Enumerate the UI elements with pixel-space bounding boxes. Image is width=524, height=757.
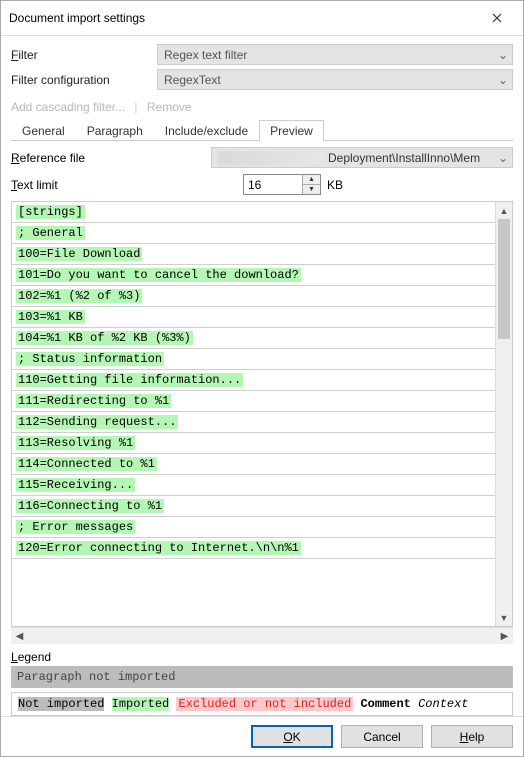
- content-area: Filter Regex text filter ⌄ Filter config…: [1, 36, 523, 716]
- ok-button[interactable]: OK: [251, 725, 333, 748]
- legend-comment: Comment: [360, 697, 410, 711]
- close-button[interactable]: [479, 7, 515, 29]
- titlebar: Document import settings: [1, 1, 523, 36]
- legend-title: Legend: [11, 650, 513, 664]
- scroll-right-button[interactable]: ▶: [496, 628, 513, 644]
- text-limit-row: Text limit ▲ ▼ KB: [11, 174, 513, 195]
- legend-imported: Imported: [112, 697, 170, 711]
- preview-line: 102=%1 (%2 of %3): [12, 286, 495, 307]
- chevron-down-icon: ⌄: [498, 73, 508, 87]
- filter-row: Filter Regex text filter ⌄: [11, 44, 513, 65]
- filter-value: Regex text filter: [164, 48, 247, 62]
- reference-path-obscured: [218, 151, 324, 165]
- vertical-scrollbar[interactable]: ▲ ▼: [495, 202, 512, 626]
- preview-line: 115=Receiving...: [12, 475, 495, 496]
- filter-config-dropdown[interactable]: RegexText ⌄: [157, 69, 513, 90]
- legend-excluded: Excluded or not included: [176, 697, 353, 711]
- window-title: Document import settings: [9, 11, 145, 25]
- preview-line: 112=Sending request...: [12, 412, 495, 433]
- cancel-button[interactable]: Cancel: [341, 725, 423, 748]
- preview-line: 110=Getting file information...: [12, 370, 495, 391]
- preview-lines: [strings]; General100=File Download101=D…: [12, 202, 495, 626]
- spinner-down-button[interactable]: ▼: [303, 184, 320, 194]
- text-limit-unit: KB: [327, 178, 343, 192]
- link-separator: |: [134, 100, 137, 114]
- filter-dropdown[interactable]: Regex text filter ⌄: [157, 44, 513, 65]
- chevron-down-icon: ⌄: [498, 48, 508, 62]
- preview-line: 113=Resolving %1: [12, 433, 495, 454]
- help-button[interactable]: Help: [431, 725, 513, 748]
- hscroll-track[interactable]: [28, 628, 496, 644]
- preview-box: [strings]; General100=File Download101=D…: [11, 201, 513, 627]
- dialog-window: Document import settings Filter Regex te…: [0, 0, 524, 757]
- preview-line: 101=Do you want to cancel the download?: [12, 265, 495, 286]
- preview-line: 103=%1 KB: [12, 307, 495, 328]
- text-limit-label: Text limit: [11, 178, 243, 192]
- preview-line: ; General: [12, 223, 495, 244]
- preview-tabpane: Reference file Deployment\InstallInno\Me…: [11, 141, 513, 716]
- text-limit-input[interactable]: ▲ ▼: [243, 174, 321, 195]
- spinner: ▲ ▼: [302, 175, 320, 194]
- filter-config-row: Filter configuration RegexText ⌄: [11, 69, 513, 90]
- button-bar: OK Cancel Help: [1, 716, 523, 756]
- tab-strip: General Paragraph Include/exclude Previe…: [11, 120, 513, 141]
- filter-links-row: Add cascading filter... | Remove: [11, 100, 513, 114]
- scroll-up-button[interactable]: ▲: [496, 202, 512, 219]
- add-cascading-filter-link[interactable]: Add cascading filter...: [11, 100, 125, 114]
- filter-label: Filter: [11, 48, 157, 62]
- scroll-thumb[interactable]: [498, 219, 510, 339]
- legend-key: Not imported Imported Excluded or not in…: [11, 692, 513, 716]
- preview-line: 120=Error connecting to Internet.\n\n%1: [12, 538, 495, 559]
- tab-general[interactable]: General: [11, 120, 76, 141]
- scroll-down-button[interactable]: ▼: [496, 609, 512, 626]
- preview-line: 111=Redirecting to %1: [12, 391, 495, 412]
- preview-line: 100=File Download: [12, 244, 495, 265]
- filter-config-label: Filter configuration: [11, 73, 157, 87]
- legend-context: Context: [418, 697, 468, 711]
- tab-paragraph[interactable]: Paragraph: [76, 120, 154, 141]
- tab-preview[interactable]: Preview: [259, 120, 324, 141]
- preview-line: 114=Connected to %1: [12, 454, 495, 475]
- tab-include-exclude[interactable]: Include/exclude: [154, 120, 259, 141]
- close-icon: [492, 13, 502, 23]
- legend-not-imported: Not imported: [18, 697, 104, 711]
- text-limit-input-wrap: ▲ ▼ KB: [243, 174, 343, 195]
- scroll-left-button[interactable]: ◀: [11, 628, 28, 644]
- chevron-down-icon: ⌄: [498, 151, 508, 165]
- preview-line: 116=Connecting to %1: [12, 496, 495, 517]
- reference-file-row: Reference file Deployment\InstallInno\Me…: [11, 147, 513, 168]
- reference-file-dropdown[interactable]: Deployment\InstallInno\Mem ⌄: [211, 147, 513, 168]
- preview-line: ; Status information: [12, 349, 495, 370]
- horizontal-scrollbar[interactable]: ◀ ▶: [11, 627, 513, 644]
- spinner-up-button[interactable]: ▲: [303, 175, 320, 184]
- legend: Legend Paragraph not imported Not import…: [11, 650, 513, 716]
- legend-line-notimported: Paragraph not imported: [11, 666, 513, 688]
- reference-file-label: Reference file: [11, 151, 211, 165]
- preview-line: 104=%1 KB of %2 KB (%3%): [12, 328, 495, 349]
- remove-filter-link[interactable]: Remove: [147, 100, 192, 114]
- preview-line: ; Error messages: [12, 517, 495, 538]
- preview-line: [strings]: [12, 202, 495, 223]
- reference-file-value: Deployment\InstallInno\Mem: [328, 151, 480, 165]
- filter-config-value: RegexText: [164, 73, 221, 87]
- text-limit-field[interactable]: [244, 175, 302, 194]
